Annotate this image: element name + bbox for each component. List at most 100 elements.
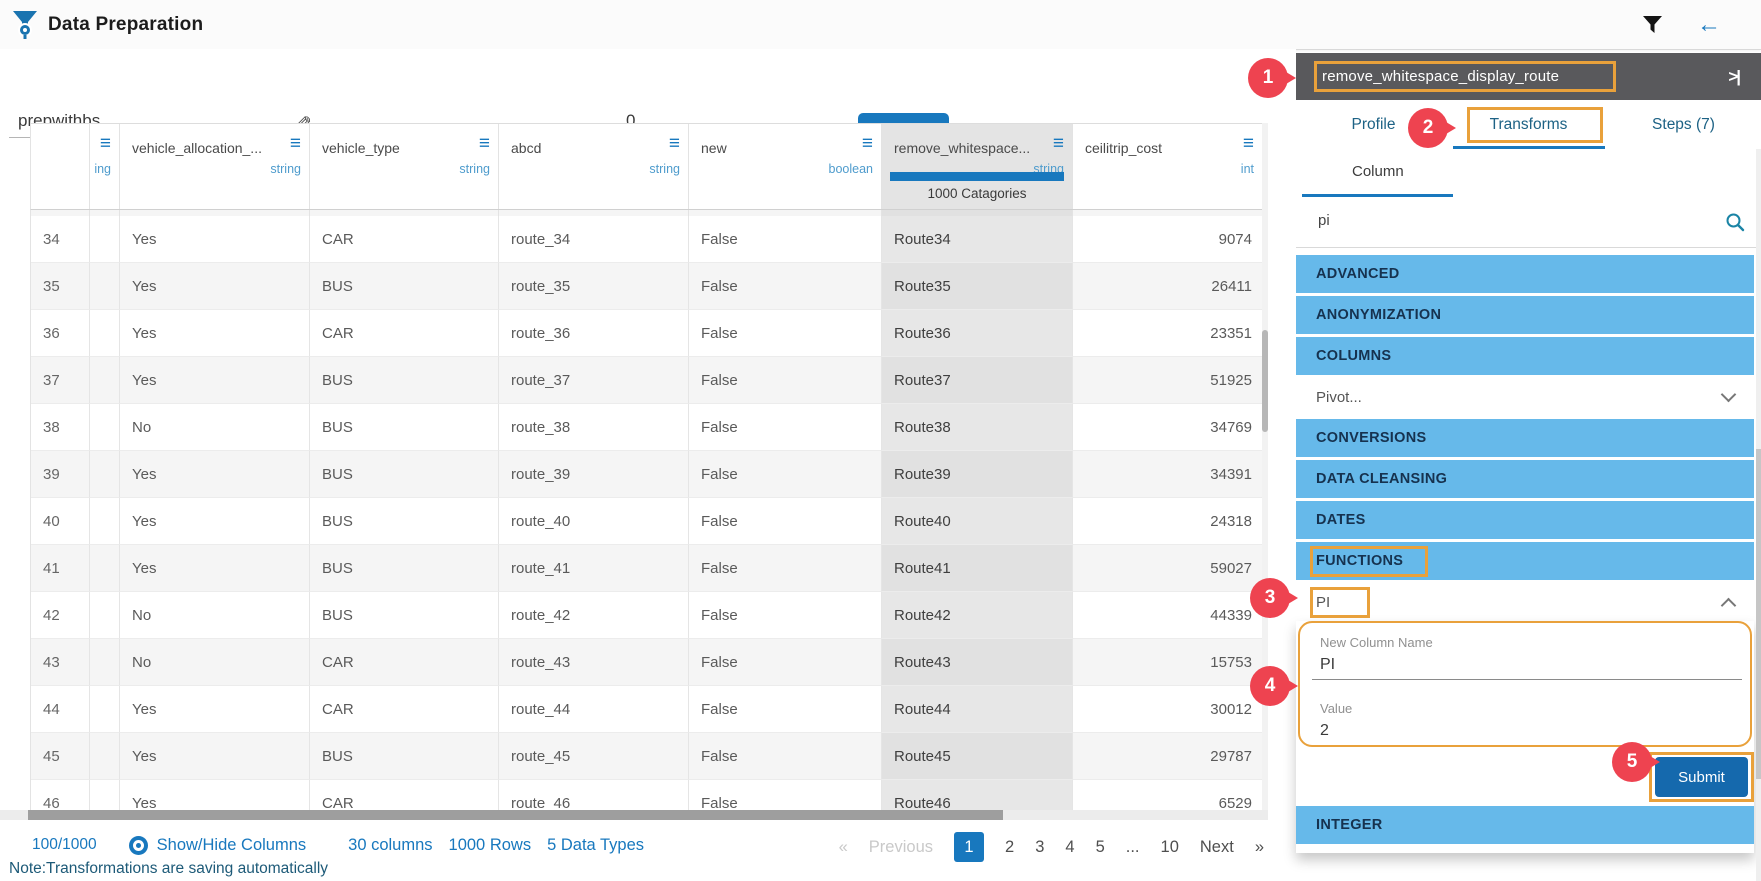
filter-icon[interactable] — [1642, 14, 1663, 35]
cell-vehicle_type[interactable]: BUS — [310, 498, 499, 545]
value-value[interactable]: 2 — [1320, 722, 1329, 740]
cell-remove_whitespace[interactable]: Route38 — [882, 404, 1073, 451]
cell-new[interactable]: False — [689, 451, 882, 498]
cell-ceilitrip_cost[interactable]: 34391 — [1073, 451, 1263, 498]
cell-vehicle_allocation[interactable]: Yes — [120, 780, 310, 810]
column-menu-icon[interactable]: ≡ — [290, 134, 301, 153]
cell-remove_whitespace[interactable]: Route43 — [882, 639, 1073, 686]
cell-remove_whitespace[interactable]: Route46 — [882, 780, 1073, 810]
column-header-vehicle-type[interactable]: vehicle_type ≡ string — [310, 124, 499, 209]
cell-abcd[interactable]: route_44 — [499, 686, 689, 733]
cell-vehicle_type[interactable]: CAR — [310, 686, 499, 733]
cell-vehicle_type[interactable]: BUS — [310, 451, 499, 498]
cell-vehicle_type[interactable]: BUS — [310, 357, 499, 404]
cell-abcd[interactable]: route_41 — [499, 545, 689, 592]
cell-vehicle_allocation[interactable]: Yes — [120, 357, 310, 404]
cell-new[interactable]: False — [689, 780, 882, 810]
pagination-page-4[interactable]: 4 — [1065, 838, 1074, 857]
submit-button[interactable]: Submit — [1655, 757, 1748, 797]
cell-num[interactable]: 46 — [31, 780, 90, 810]
cell-num[interactable]: 36 — [31, 310, 90, 357]
cell-ceilitrip_cost[interactable]: 24318 — [1073, 498, 1263, 545]
cell-ceilitrip_cost[interactable]: 15753 — [1073, 639, 1263, 686]
cell-vehicle_type[interactable]: CAR — [310, 780, 499, 810]
cell-abcd[interactable]: route_38 — [499, 404, 689, 451]
cell-remove_whitespace[interactable]: Route41 — [882, 545, 1073, 592]
cell-abcd[interactable]: route_40 — [499, 498, 689, 545]
cell-ceilitrip_cost[interactable]: 6529 — [1073, 780, 1263, 810]
group-advanced[interactable]: ADVANCED — [1296, 255, 1754, 293]
table-vertical-scrollbar[interactable] — [1262, 123, 1268, 810]
subtab-column[interactable]: Column — [1352, 163, 1404, 180]
transform-search-input[interactable] — [1316, 211, 1700, 230]
cell-num[interactable]: 37 — [31, 357, 90, 404]
cell-abcd[interactable]: route_45 — [499, 733, 689, 780]
cell-ceilitrip_cost[interactable]: 34769 — [1073, 404, 1263, 451]
cell-vehicle_type[interactable]: BUS — [310, 733, 499, 780]
pagination-page-10[interactable]: 10 — [1161, 838, 1179, 857]
cell-vehicle_allocation[interactable]: Yes — [120, 498, 310, 545]
cell-vehicle_type[interactable]: BUS — [310, 545, 499, 592]
cell-vehicle_allocation[interactable]: Yes — [120, 216, 310, 263]
group-conversions[interactable]: CONVERSIONS — [1296, 419, 1754, 457]
cell-num[interactable]: 43 — [31, 639, 90, 686]
column-header-ceilitrip-cost[interactable]: ceilitrip_cost ≡ int — [1073, 124, 1263, 209]
cell-vehicle_allocation[interactable]: No — [120, 639, 310, 686]
cell-remove_whitespace[interactable]: Route37 — [882, 357, 1073, 404]
cell-vehicle_type[interactable]: BUS — [310, 592, 499, 639]
cell-vehicle_type[interactable]: BUS — [310, 263, 499, 310]
column-menu-icon[interactable]: ≡ — [1243, 134, 1254, 153]
cell-abcd[interactable]: route_39 — [499, 451, 689, 498]
column-header-vehicle-allocation[interactable]: vehicle_allocation_... ≡ string — [120, 124, 310, 209]
collapse-panel-icon[interactable]: >| — [1728, 67, 1739, 87]
group-dates[interactable]: DATES — [1296, 501, 1754, 539]
column-header-abcd[interactable]: abcd ≡ string — [499, 124, 689, 209]
group-integer[interactable]: INTEGER — [1296, 806, 1754, 844]
cell-remove_whitespace[interactable]: Route42 — [882, 592, 1073, 639]
cell-vehicle_allocation[interactable]: No — [120, 592, 310, 639]
eye-icon[interactable] — [129, 836, 148, 855]
cell-remove_whitespace[interactable]: Route39 — [882, 451, 1073, 498]
pagination-page-5[interactable]: 5 — [1096, 838, 1105, 857]
pagination-last-icon[interactable]: » — [1255, 838, 1264, 857]
cell-abcd[interactable]: route_37 — [499, 357, 689, 404]
transform-item-pivot-[interactable]: Pivot... — [1296, 378, 1754, 416]
pagination-page-2[interactable]: 2 — [1005, 838, 1014, 857]
column-header-new[interactable]: new ≡ boolean — [689, 124, 882, 209]
cell-num[interactable]: 44 — [31, 686, 90, 733]
cell-remove_whitespace[interactable]: Route44 — [882, 686, 1073, 733]
cell-num[interactable]: 39 — [31, 451, 90, 498]
pagination-previous[interactable]: Previous — [869, 838, 933, 857]
cell-abcd[interactable]: route_42 — [499, 592, 689, 639]
column-header-cutoff[interactable]: ≡ ing — [90, 124, 120, 209]
cell-vehicle_allocation[interactable]: Yes — [120, 451, 310, 498]
cell-ceilitrip_cost[interactable]: 44339 — [1073, 592, 1263, 639]
pagination-first-icon[interactable]: « — [839, 838, 848, 857]
group-anonymization[interactable]: ANONYMIZATION — [1296, 296, 1754, 334]
cell-num[interactable]: 41 — [31, 545, 90, 592]
cell-ceilitrip_cost[interactable]: 23351 — [1073, 310, 1263, 357]
column-menu-icon[interactable]: ≡ — [669, 134, 680, 153]
cell-num[interactable]: 40 — [31, 498, 90, 545]
cell-remove_whitespace[interactable]: Route36 — [882, 310, 1073, 357]
pagination-next[interactable]: Next — [1200, 838, 1234, 857]
cell-vehicle_type[interactable]: CAR — [310, 310, 499, 357]
cell-vehicle_type[interactable]: BUS — [310, 404, 499, 451]
cell-new[interactable]: False — [689, 498, 882, 545]
tab-steps[interactable]: Steps (7) — [1606, 100, 1761, 149]
cell-new[interactable]: False — [689, 545, 882, 592]
show-hide-columns-link[interactable]: Show/Hide Columns — [157, 836, 306, 855]
cell-num[interactable]: 35 — [31, 263, 90, 310]
transform-item-pi[interactable]: PI — [1296, 583, 1754, 621]
panel-scrollbar-thumb[interactable] — [1756, 449, 1761, 779]
column-menu-icon[interactable]: ≡ — [100, 134, 111, 153]
pagination-ellipsis[interactable]: ... — [1126, 838, 1140, 857]
column-menu-icon[interactable]: ≡ — [1053, 134, 1064, 153]
cell-new[interactable]: False — [689, 216, 882, 263]
cell-num[interactable]: 38 — [31, 404, 90, 451]
cell-vehicle_allocation[interactable]: Yes — [120, 686, 310, 733]
cell-vehicle_type[interactable]: CAR — [310, 639, 499, 686]
cell-ceilitrip_cost[interactable]: 26411 — [1073, 263, 1263, 310]
cell-vehicle_allocation[interactable]: Yes — [120, 733, 310, 780]
cell-num[interactable]: 42 — [31, 592, 90, 639]
